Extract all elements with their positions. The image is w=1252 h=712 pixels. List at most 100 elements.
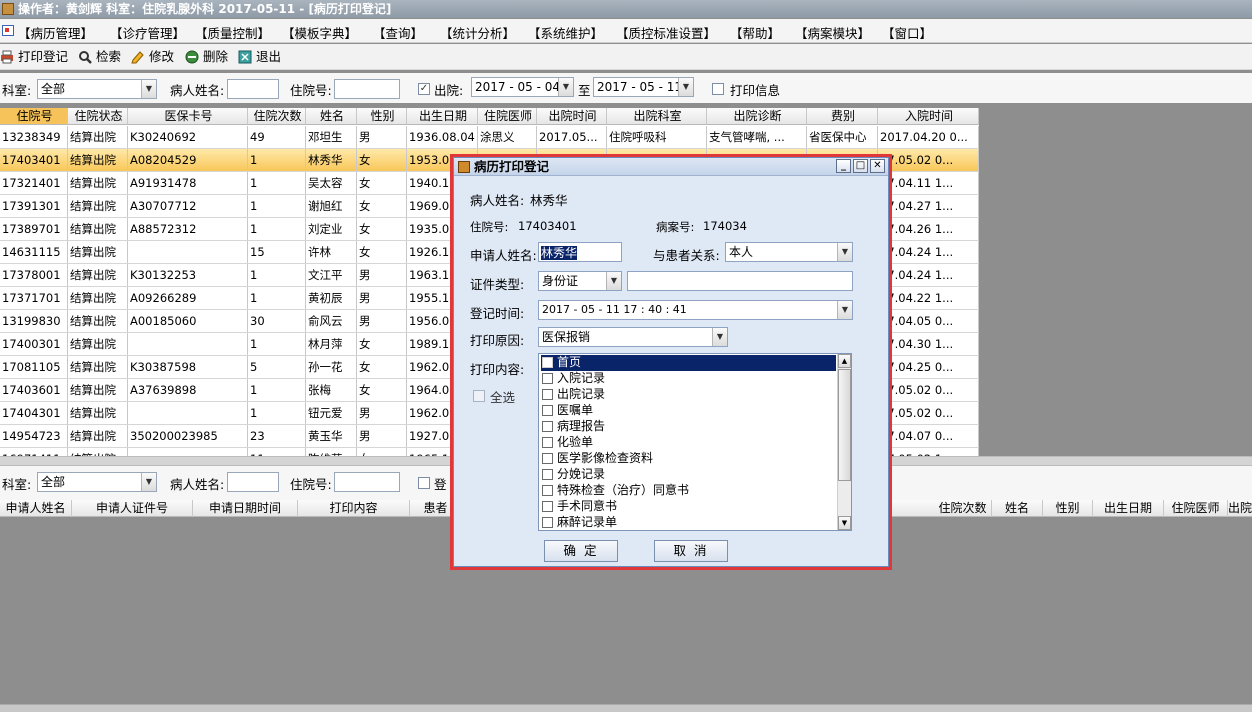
app-menu-icon[interactable]: [2, 25, 14, 36]
id-type-combo[interactable]: 身份证 ▼: [538, 271, 622, 291]
relation-combo[interactable]: 本人 ▼: [725, 242, 853, 262]
applicant-name-input[interactable]: 林秀华: [538, 242, 622, 262]
ok-button[interactable]: 确 定: [544, 540, 618, 562]
menu-template-dict[interactable]: 【模板字典】: [282, 23, 357, 42]
admission-no-input[interactable]: [334, 79, 400, 99]
scroll-up-icon[interactable]: ▲: [838, 354, 851, 368]
list-scrollbar[interactable]: ▲ ▼: [837, 354, 851, 530]
menu-qc-standard[interactable]: 【质控标准设置】: [616, 23, 716, 42]
chevron-down-icon[interactable]: ▼: [678, 78, 693, 96]
scroll-down-icon[interactable]: ▼: [838, 516, 851, 530]
print-content-item[interactable]: 手术同意书: [541, 499, 836, 515]
id-number-input[interactable]: [627, 271, 853, 291]
close-icon[interactable]: ✕: [870, 159, 885, 173]
select-all-checkbox[interactable]: [473, 390, 485, 402]
col-admit-time[interactable]: 入院时间: [878, 108, 979, 124]
col-name-2[interactable]: 姓名: [992, 500, 1043, 517]
item-checkbox[interactable]: [542, 421, 553, 432]
cancel-button[interactable]: 取 消: [654, 540, 728, 562]
menu-record-mgmt[interactable]: 【病历管理】: [18, 23, 93, 42]
menu-window[interactable]: 【窗口】: [882, 23, 932, 42]
dept-combo-2[interactable]: 全部 ▼: [37, 472, 157, 492]
discharge-date-from[interactable]: 2017 - 05 - 04 ▼: [471, 77, 574, 97]
col-insurance-card[interactable]: 医保卡号: [128, 108, 248, 124]
col-print-content[interactable]: 打印内容: [298, 500, 410, 517]
maximize-icon[interactable]: □: [853, 159, 868, 173]
menu-statistics[interactable]: 【统计分析】: [440, 23, 515, 42]
dept-combo[interactable]: 全部 ▼: [37, 79, 157, 99]
col-discharge-2[interactable]: 出院: [1228, 500, 1252, 517]
chevron-down-icon[interactable]: ▼: [141, 473, 156, 491]
item-checkbox[interactable]: [542, 485, 553, 496]
patient-name-input[interactable]: [227, 79, 279, 99]
menu-help[interactable]: 【帮助】: [730, 23, 780, 42]
print-content-item[interactable]: 首页: [541, 355, 836, 371]
chevron-down-icon[interactable]: ▼: [837, 301, 852, 319]
item-checkbox[interactable]: [542, 501, 553, 512]
delete-button[interactable]: 删除: [185, 48, 228, 66]
minimize-icon[interactable]: _: [836, 159, 851, 173]
table-row[interactable]: 13238349 结算出院 K30240692 49 邓坦生男 1936.08.04 涂思义…: [0, 126, 979, 149]
admission-no-input-2[interactable]: [334, 472, 400, 492]
menu-case-module[interactable]: 【病案模块】: [795, 23, 870, 42]
col-birth-date-2[interactable]: 出生日期: [1093, 500, 1164, 517]
edit-button[interactable]: 修改: [131, 48, 174, 66]
col-name[interactable]: 姓名: [306, 108, 357, 124]
reg-time-picker[interactable]: 2017 - 05 - 11 17 : 40 : 41 ▼: [538, 300, 853, 320]
item-checkbox[interactable]: [542, 357, 553, 368]
chevron-down-icon[interactable]: ▼: [606, 272, 621, 290]
print-content-item[interactable]: 医嘱单: [541, 403, 836, 419]
chevron-down-icon[interactable]: ▼: [837, 243, 852, 261]
exit-button[interactable]: 退出: [238, 48, 281, 66]
col-apply-datetime[interactable]: 申请日期时间: [193, 500, 298, 517]
discharge-date-to[interactable]: 2017 - 05 - 11 ▼: [593, 77, 694, 97]
col-applicant-id[interactable]: 申请人证件号: [72, 500, 193, 517]
item-checkbox[interactable]: [542, 469, 553, 480]
chevron-down-icon[interactable]: ▼: [558, 78, 573, 96]
print-register-button[interactable]: 打印登记: [0, 48, 68, 66]
print-content-item[interactable]: 特殊检查（治疗）同意书: [541, 483, 836, 499]
col-discharge-dept[interactable]: 出院科室: [607, 108, 707, 124]
chevron-down-icon[interactable]: ▼: [141, 80, 156, 98]
item-checkbox[interactable]: [542, 517, 553, 528]
scroll-thumb[interactable]: [838, 369, 851, 481]
menu-query[interactable]: 【查询】: [373, 23, 423, 42]
col-birth-date[interactable]: 出生日期: [407, 108, 478, 124]
item-checkbox[interactable]: [542, 373, 553, 384]
col-applicant-name[interactable]: 申请人姓名: [0, 500, 72, 517]
item-checkbox[interactable]: [542, 389, 553, 400]
col-gender[interactable]: 性别: [357, 108, 407, 124]
patient-name-input-2[interactable]: [227, 472, 279, 492]
print-content-item[interactable]: 医学影像检查资料: [541, 451, 836, 467]
search-button[interactable]: 检索: [78, 48, 121, 66]
print-info-checkbox[interactable]: [712, 83, 724, 95]
menu-clinical-mgmt[interactable]: 【诊疗管理】: [110, 23, 185, 42]
print-content-item[interactable]: 麻醉记录单: [541, 515, 836, 530]
menu-quality-control[interactable]: 【质量控制】: [195, 23, 270, 42]
col-visit-count[interactable]: 住院次数: [248, 108, 306, 124]
col-status[interactable]: 住院状态: [68, 108, 128, 124]
print-content-item[interactable]: 病理报告: [541, 419, 836, 435]
print-content-item[interactable]: 入院记录: [541, 371, 836, 387]
discharge-checkbox[interactable]: ✓: [418, 83, 430, 95]
col-admission-no[interactable]: 住院号: [0, 108, 68, 124]
menu-system-maint[interactable]: 【系统维护】: [528, 23, 603, 42]
dialog-titlebar[interactable]: 病历打印登记 _ □ ✕: [454, 158, 888, 176]
col-discharge-diagnosis[interactable]: 出院诊断: [707, 108, 807, 124]
col-doctor[interactable]: 住院医师: [478, 108, 537, 124]
chevron-down-icon[interactable]: ▼: [712, 328, 727, 346]
print-content-item[interactable]: 出院记录: [541, 387, 836, 403]
item-checkbox[interactable]: [542, 405, 553, 416]
item-checkbox[interactable]: [542, 453, 553, 464]
col-gender-2[interactable]: 性别: [1043, 500, 1093, 517]
col-discharge-time[interactable]: 出院时间: [537, 108, 607, 124]
print-content-item[interactable]: 分娩记录: [541, 467, 836, 483]
col-doctor-2[interactable]: 住院医师: [1164, 500, 1228, 517]
item-checkbox[interactable]: [542, 437, 553, 448]
col-fee-type[interactable]: 费别: [807, 108, 878, 124]
cell-insurance-card: 350200023985: [128, 425, 248, 447]
register-checkbox[interactable]: [418, 477, 430, 489]
col-visit-count-2[interactable]: 住院次数: [934, 500, 992, 517]
print-reason-combo[interactable]: 医保报销 ▼: [538, 327, 728, 347]
print-content-item[interactable]: 化验单: [541, 435, 836, 451]
